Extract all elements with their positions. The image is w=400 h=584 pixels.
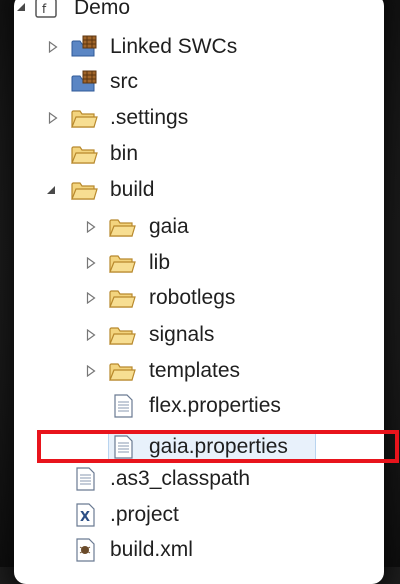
- folder-icon: [108, 251, 136, 275]
- properties-file-icon: [112, 394, 138, 418]
- tree-item-label: gaia: [149, 215, 189, 238]
- tree-item-label: src: [110, 70, 138, 93]
- tree-item-bin[interactable]: bin: [14, 139, 384, 169]
- folder-icon: [70, 142, 98, 166]
- tree-item-as3-classpath[interactable]: .as3_classpath: [14, 464, 384, 494]
- tree-item-lib[interactable]: lib: [14, 248, 384, 278]
- tree-item-label: flex.properties: [149, 394, 281, 417]
- tree-item-label: Linked SWCs: [110, 35, 238, 58]
- tree-item-build-xml[interactable]: build.xml: [14, 535, 384, 565]
- collapsed-arrow-icon[interactable]: [84, 291, 98, 305]
- source-folder-icon: [70, 70, 97, 94]
- package-explorer-tree: f Demo Linked SWCs src .settings bin bui…: [14, 0, 384, 584]
- tree-item-label: signals: [149, 323, 215, 346]
- text-file-icon: [74, 467, 100, 491]
- tree-item-label: templates: [149, 359, 241, 382]
- expanded-arrow-icon[interactable]: [44, 183, 58, 197]
- folder-icon: [108, 323, 136, 347]
- tree-item-label: Demo: [74, 0, 131, 19]
- tree-item-src[interactable]: src: [14, 67, 384, 97]
- expanded-arrow-icon[interactable]: [14, 0, 28, 14]
- folder-icon: [108, 286, 136, 310]
- tree-item-label: build: [110, 178, 155, 201]
- collapsed-arrow-icon[interactable]: [46, 111, 60, 125]
- tree-item-label: .as3_classpath: [110, 467, 251, 490]
- folder-open-icon: [70, 178, 98, 202]
- ant-file-icon: [74, 538, 100, 562]
- tree-item-linked-swcs[interactable]: Linked SWCs: [14, 32, 384, 62]
- xml-file-icon: X: [74, 503, 100, 527]
- library-folder-icon: [70, 35, 97, 59]
- tree-item-label: build.xml: [110, 538, 193, 561]
- red-annotation-box: [37, 430, 399, 463]
- tree-item-project[interactable]: X .project: [14, 500, 384, 530]
- folder-icon: [108, 359, 136, 383]
- tree-item-flex-properties[interactable]: flex.properties: [14, 391, 384, 421]
- collapsed-arrow-icon[interactable]: [84, 220, 98, 234]
- tree-item-signals[interactable]: signals: [14, 320, 384, 350]
- folder-icon: [70, 106, 98, 130]
- tree-item-label: .project: [110, 503, 179, 526]
- tree-item-build[interactable]: build: [14, 175, 384, 205]
- tree-item-robotlegs[interactable]: robotlegs: [14, 283, 384, 313]
- tree-item-gaia[interactable]: gaia: [14, 212, 384, 242]
- tree-item-settings[interactable]: .settings: [14, 103, 384, 133]
- tree-root-demo[interactable]: f Demo: [14, 0, 384, 24]
- collapsed-arrow-icon[interactable]: [84, 364, 98, 378]
- svg-text:X: X: [80, 510, 90, 525]
- flex-project-icon: f: [34, 0, 60, 22]
- collapsed-arrow-icon[interactable]: [46, 40, 60, 54]
- folder-icon: [108, 215, 136, 239]
- tree-item-label: lib: [149, 251, 171, 274]
- tree-item-label: robotlegs: [149, 286, 236, 309]
- tree-item-label: bin: [110, 142, 139, 165]
- collapsed-arrow-icon[interactable]: [84, 256, 98, 270]
- collapsed-arrow-icon[interactable]: [84, 328, 98, 342]
- tree-item-templates[interactable]: templates: [14, 356, 384, 386]
- tree-item-label: .settings: [110, 106, 189, 129]
